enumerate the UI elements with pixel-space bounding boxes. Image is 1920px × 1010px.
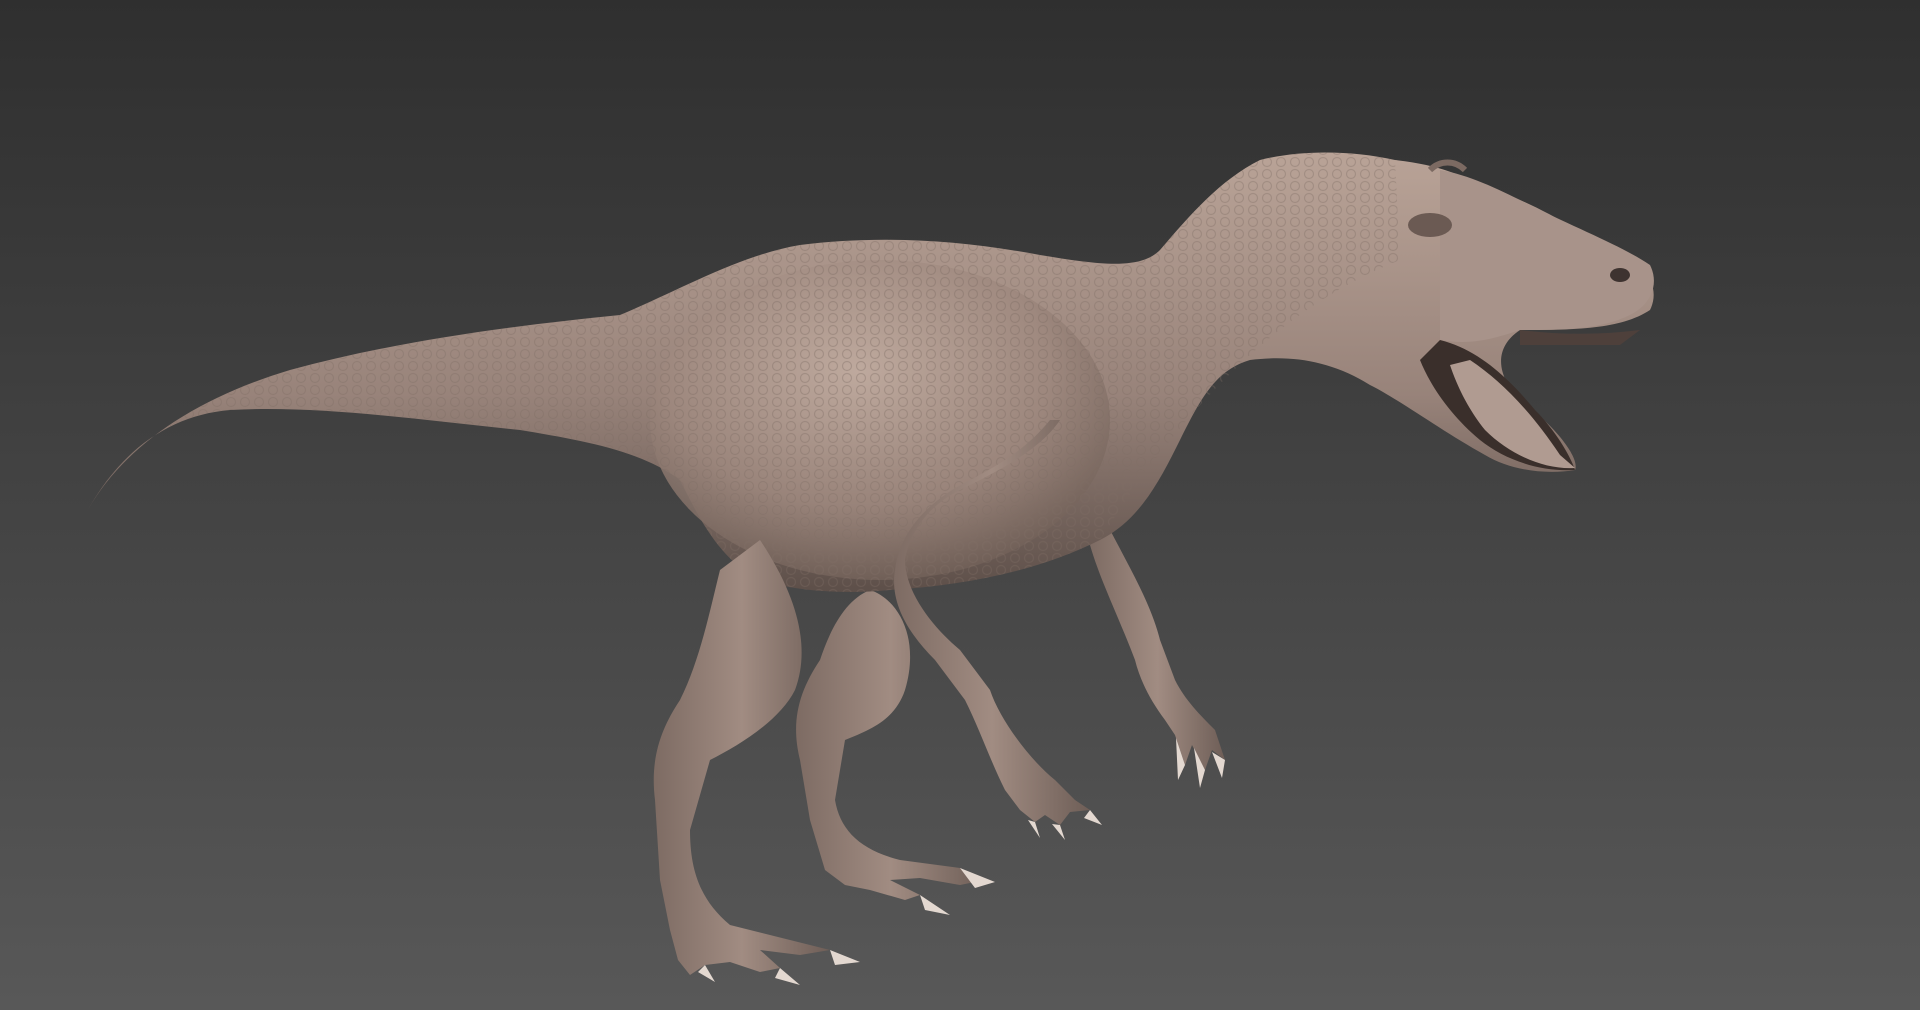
3d-viewport[interactable]	[0, 0, 1920, 1010]
sculpt-render[interactable]	[0, 0, 1920, 1010]
arm-far	[1090, 520, 1225, 788]
hind-leg-far	[796, 590, 995, 915]
